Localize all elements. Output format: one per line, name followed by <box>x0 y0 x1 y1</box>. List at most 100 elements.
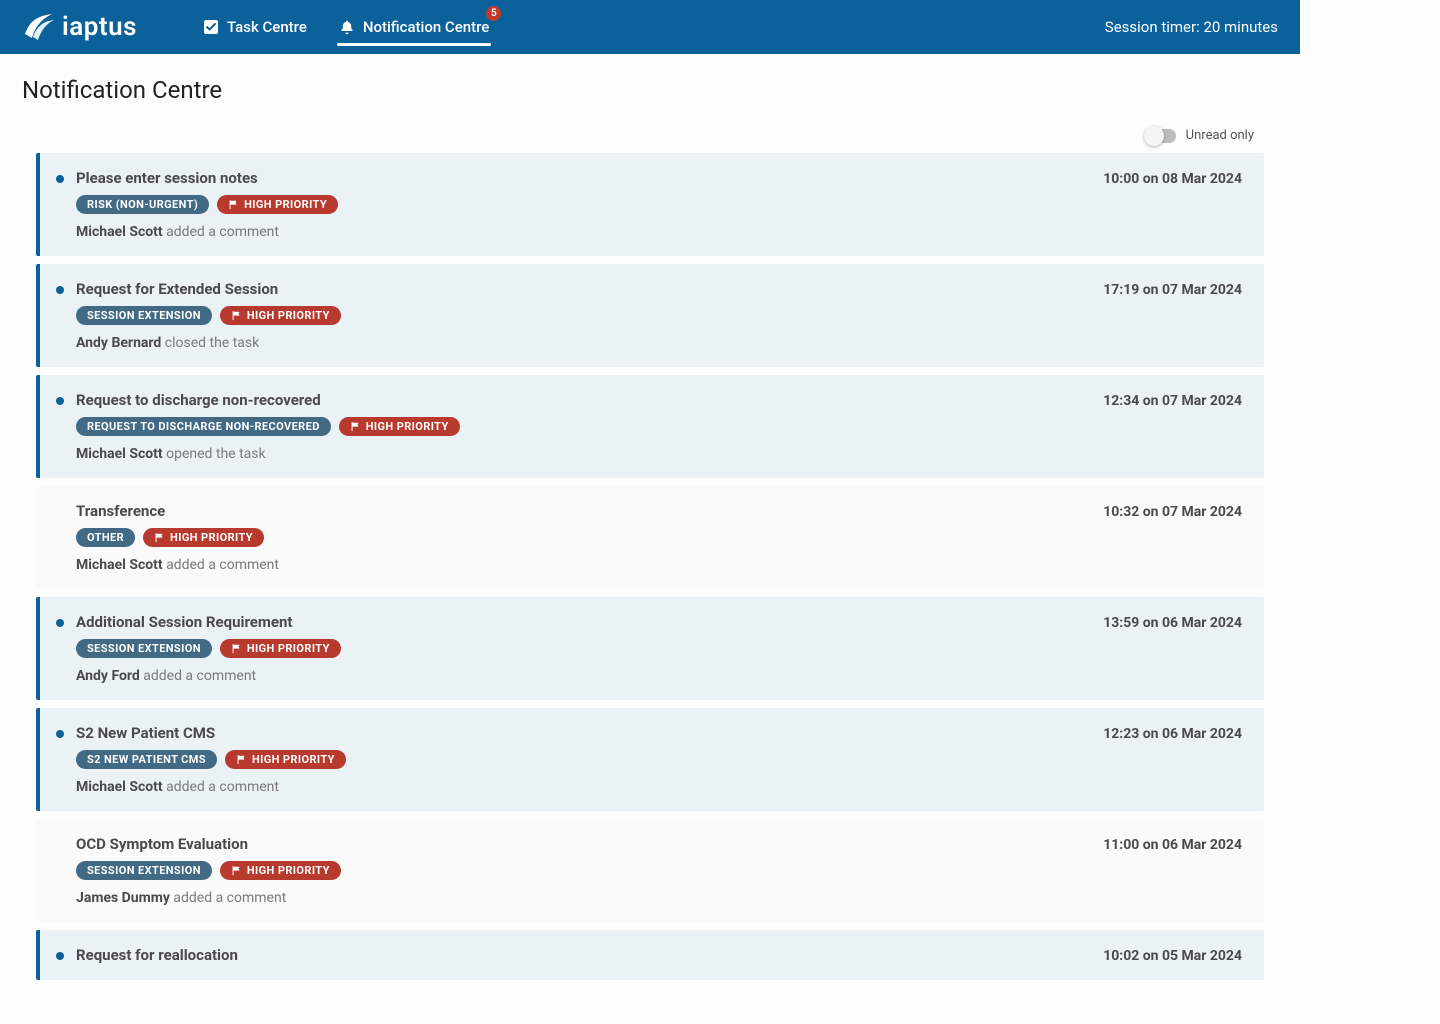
flag-icon <box>350 421 361 432</box>
notification-card[interactable]: Request for Extended Session 17:19 on 07 … <box>36 264 1264 367</box>
notification-card[interactable]: Request for reallocation10:02 on 05 Mar … <box>36 930 1264 980</box>
nav-label: Notification Centre <box>363 18 489 36</box>
priority-badge: HIGH PRIORITY <box>225 750 346 769</box>
action-text: closed the task <box>161 335 259 351</box>
notification-card[interactable]: OCD Symptom Evaluation11:00 on 06 Mar 20… <box>36 819 1264 922</box>
unread-dot-icon <box>56 286 64 294</box>
priority-badge: HIGH PRIORITY <box>220 306 341 325</box>
page-title: Notification Centre <box>0 54 1300 110</box>
priority-label: HIGH PRIORITY <box>366 420 449 433</box>
unread-dot-icon <box>56 952 64 960</box>
category-badge: RISK (NON-URGENT) <box>76 195 209 214</box>
priority-badge: HIGH PRIORITY <box>220 861 341 880</box>
card-header-row: Additional Session Requirement 13:59 on 0… <box>76 613 1242 631</box>
logo-text: iaptus <box>62 12 137 42</box>
notification-timestamp: 17:19 on 07 Mar 2024 <box>1103 282 1242 298</box>
notification-count-badge: 5 <box>486 6 501 21</box>
badge-row: SESSION EXTENSION HIGH PRIORITY <box>76 639 1242 658</box>
toggle-label: Unread only <box>1186 128 1254 143</box>
action-text: added a comment <box>163 779 279 795</box>
category-badge: SESSION EXTENSION <box>76 639 212 658</box>
action-text: added a comment <box>140 668 256 684</box>
notification-card[interactable]: S2 New Patient CMS12:23 on 06 Mar 2024S2… <box>36 708 1264 811</box>
category-badge: OTHER <box>76 528 135 547</box>
notification-timestamp: 12:23 on 06 Mar 2024 <box>1103 726 1242 742</box>
notification-description: Michael Scott opened the task <box>76 446 1242 462</box>
actor-name: Andy Bernard <box>76 335 161 351</box>
session-timer: Session timer: 20 minutes <box>1105 18 1278 36</box>
category-badge: S2 NEW PATIENT CMS <box>76 750 217 769</box>
notification-title: Request for Extended Session <box>76 280 278 298</box>
card-header-row: S2 New Patient CMS 12:23 on 06 Mar 2024 <box>76 724 1242 742</box>
unread-dot-icon <box>56 619 64 627</box>
notification-timestamp: 10:00 on 08 Mar 2024 <box>1103 171 1242 187</box>
flag-icon <box>154 532 165 543</box>
notification-timestamp: 10:02 on 05 Mar 2024 <box>1103 948 1242 964</box>
priority-badge: HIGH PRIORITY <box>143 528 264 547</box>
notification-title: Additional Session Requirement <box>76 613 292 631</box>
notification-description: Andy Bernard closed the task <box>76 335 1242 351</box>
badge-row: RISK (NON-URGENT) HIGH PRIORITY <box>76 195 1242 214</box>
card-header-row: Request for Extended Session 17:19 on 07 … <box>76 280 1242 298</box>
unread-dot-icon <box>56 175 64 183</box>
badge-row: OTHER HIGH PRIORITY <box>76 528 1242 547</box>
unread-dot-icon <box>56 397 64 405</box>
priority-label: HIGH PRIORITY <box>247 864 330 877</box>
logo-icon <box>22 12 56 42</box>
category-badge: SESSION EXTENSION <box>76 306 212 325</box>
notification-title: Request to discharge non-recovered <box>76 391 321 409</box>
priority-label: HIGH PRIORITY <box>170 531 253 544</box>
actor-name: Michael Scott <box>76 446 163 462</box>
card-header-row: Please enter session notes 10:00 on 08 Ma… <box>76 169 1242 187</box>
notification-card[interactable]: Additional Session Requirement 13:59 on 0… <box>36 597 1264 700</box>
flag-icon <box>228 199 239 210</box>
notification-card[interactable]: Request to discharge non-recovered 12:34 … <box>36 375 1264 478</box>
actor-name: Michael Scott <box>76 779 163 795</box>
priority-badge: HIGH PRIORITY <box>217 195 338 214</box>
card-header-row: Request for reallocation10:02 on 05 Mar … <box>76 946 1242 964</box>
notification-description: Andy Ford added a comment <box>76 668 1242 684</box>
actor-name: Michael Scott <box>76 557 163 573</box>
nav-notification-centre[interactable]: Notification Centre 5 <box>323 0 505 54</box>
priority-badge: HIGH PRIORITY <box>339 417 460 436</box>
checkbox-icon <box>203 19 219 35</box>
actor-name: Michael Scott <box>76 224 163 240</box>
action-text: added a comment <box>170 890 286 906</box>
logo[interactable]: iaptus <box>22 12 137 42</box>
card-header-row: OCD Symptom Evaluation11:00 on 06 Mar 20… <box>76 835 1242 853</box>
nav-task-centre[interactable]: Task Centre <box>187 0 323 54</box>
badge-row: REQUEST TO DISCHARGE NON-RECOVERED HIGH P… <box>76 417 1242 436</box>
badge-row: SESSION EXTENSION HIGH PRIORITY <box>76 306 1242 325</box>
notification-title: Transference <box>76 502 165 520</box>
flag-icon <box>236 754 247 765</box>
badge-row: S2 NEW PATIENT CMS HIGH PRIORITY <box>76 750 1242 769</box>
flag-icon <box>231 643 242 654</box>
priority-label: HIGH PRIORITY <box>247 309 330 322</box>
action-text: added a comment <box>163 224 279 240</box>
notification-title: S2 New Patient CMS <box>76 724 215 742</box>
notification-timestamp: 10:32 on 07 Mar 2024 <box>1103 504 1242 520</box>
notification-timestamp: 13:59 on 06 Mar 2024 <box>1103 615 1242 631</box>
category-badge: REQUEST TO DISCHARGE NON-RECOVERED <box>76 417 331 436</box>
bell-icon <box>339 19 355 35</box>
notification-description: Michael Scott added a comment <box>76 557 1242 573</box>
notification-title: Please enter session notes <box>76 169 258 187</box>
notification-timestamp: 11:00 on 06 Mar 2024 <box>1103 837 1242 853</box>
priority-label: HIGH PRIORITY <box>247 642 330 655</box>
toggle-track <box>1146 129 1176 143</box>
action-text: added a comment <box>163 557 279 573</box>
notification-description: Michael Scott added a comment <box>76 779 1242 795</box>
card-header-row: Request to discharge non-recovered 12:34 … <box>76 391 1242 409</box>
notification-description: Michael Scott added a comment <box>76 224 1242 240</box>
priority-badge: HIGH PRIORITY <box>220 639 341 658</box>
priority-label: HIGH PRIORITY <box>244 198 327 211</box>
priority-label: HIGH PRIORITY <box>252 753 335 766</box>
unread-only-toggle[interactable]: Unread only <box>1146 128 1254 143</box>
notification-timestamp: 12:34 on 07 Mar 2024 <box>1103 393 1242 409</box>
notification-description: James Dummy added a comment <box>76 890 1242 906</box>
notification-card[interactable]: Transference 10:32 on 07 Mar 2024 OTHER HIG… <box>36 486 1264 589</box>
notification-card[interactable]: Please enter session notes 10:00 on 08 Ma… <box>36 153 1264 256</box>
notification-list: Please enter session notes 10:00 on 08 Ma… <box>0 153 1300 1000</box>
list-toolbar: Unread only <box>0 110 1300 153</box>
action-text: opened the task <box>163 446 266 462</box>
